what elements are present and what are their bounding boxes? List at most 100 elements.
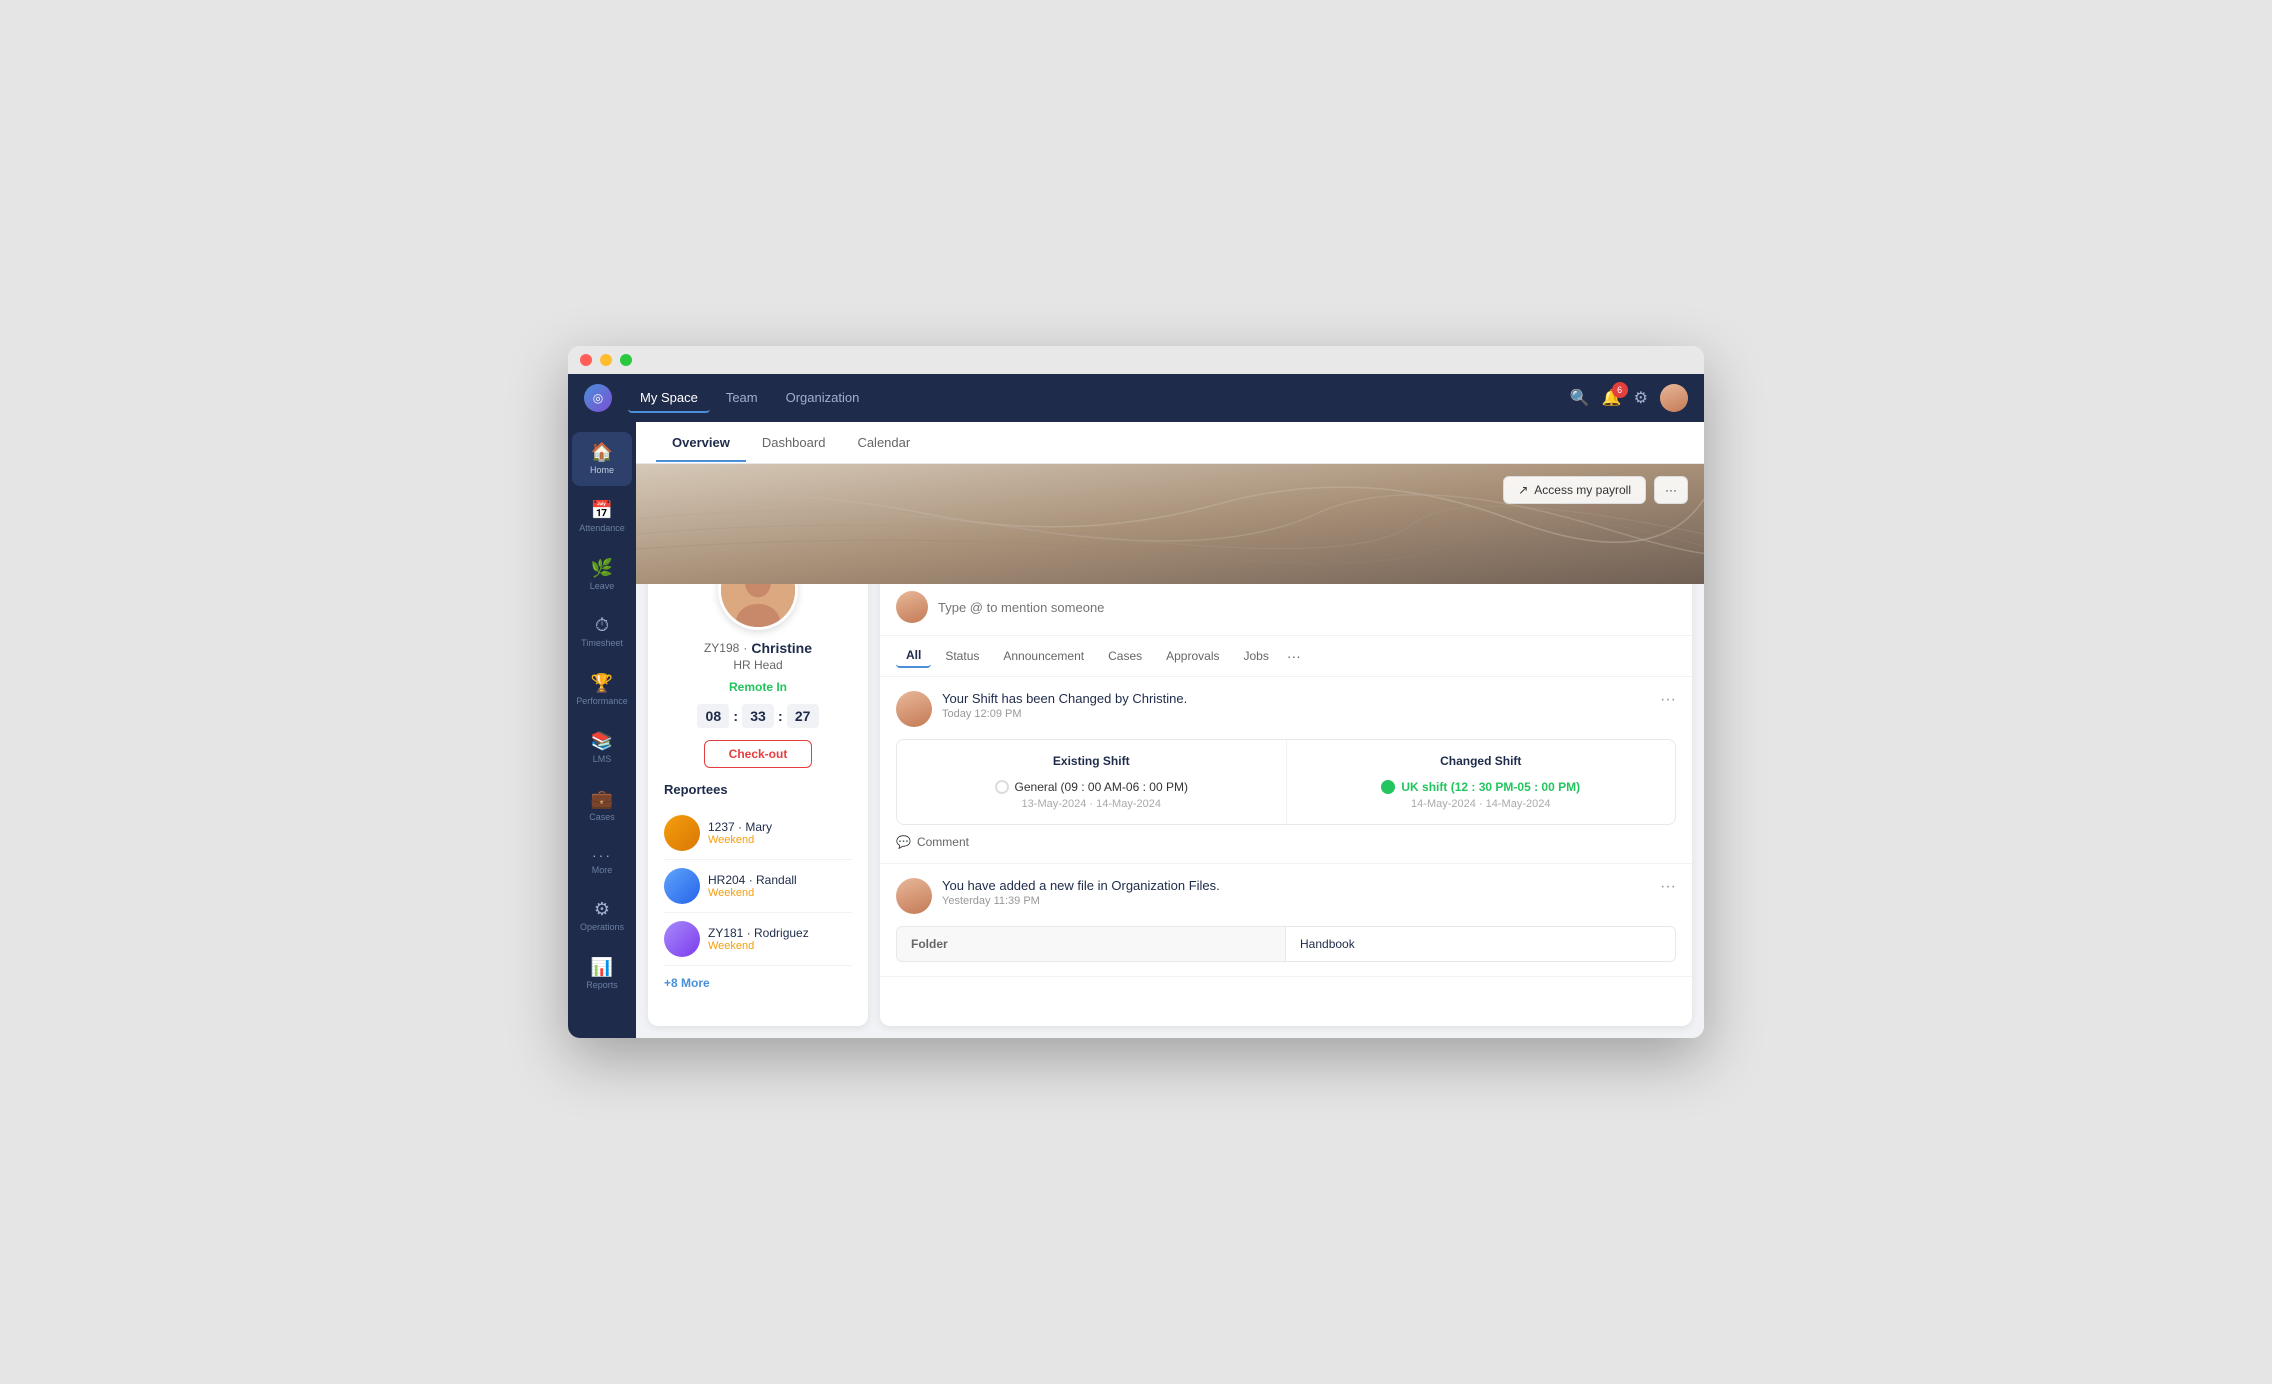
nav-right: 🔍 🔔 6 ⚙ xyxy=(1570,384,1688,412)
filter-announcement[interactable]: Announcement xyxy=(993,645,1094,667)
mention-input[interactable] xyxy=(938,600,1676,615)
sidebar-label-cases: Cases xyxy=(589,812,615,823)
sidebar-label-leave: Leave xyxy=(590,581,615,592)
shift-comparison: Existing Shift General (09 : 00 AM-06 : … xyxy=(896,739,1676,825)
notification-badge: 6 xyxy=(1612,382,1628,398)
close-button[interactable] xyxy=(580,354,592,366)
app-window: ◎ My Space Team Organization 🔍 🔔 6 ⚙ xyxy=(568,346,1704,1038)
main-content: 🏠 Home 📅 Attendance 🌿 Leave ⏱ Timesheet … xyxy=(568,422,1704,1038)
timer-minutes: 33 xyxy=(742,704,774,728)
banner-more-button[interactable]: ··· xyxy=(1654,476,1688,504)
existing-shift-header: Existing Shift xyxy=(911,754,1272,768)
sidebar-item-operations[interactable]: ⚙ Operations xyxy=(572,889,632,943)
existing-shift-date: 13-May-2024 · 14-May-2024 xyxy=(911,798,1272,810)
sidebar-item-cases[interactable]: 💼 Cases xyxy=(572,779,632,833)
comment-button-1[interactable]: 💬 Comment xyxy=(896,835,1676,849)
payroll-button[interactable]: ↗ Access my payroll xyxy=(1503,476,1646,504)
sidebar-item-more[interactable]: ··· More xyxy=(572,837,632,886)
timer-sep-1: : xyxy=(733,708,738,724)
tab-overview[interactable]: Overview xyxy=(656,425,746,462)
search-button[interactable]: 🔍 xyxy=(1570,388,1590,408)
timesheet-icon: ⏱ xyxy=(595,615,609,636)
reportees-more-link[interactable]: +8 More xyxy=(664,976,852,990)
top-nav: ◎ My Space Team Organization 🔍 🔔 6 ⚙ xyxy=(568,374,1704,422)
changed-shift-name: UK shift (12 : 30 PM-05 : 00 PM) xyxy=(1401,780,1580,794)
feed-item-shift-change: Your Shift has been Changed by Christine… xyxy=(880,677,1692,864)
reportee-name-rodriguez: ZY181 · Rodriguez xyxy=(708,926,809,940)
timer-seconds: 27 xyxy=(787,704,819,728)
reportee-item-2: HR204 · Randall Weekend xyxy=(664,860,852,913)
profile-section: ZY198 · Christine HR Head Remote In 08 :… xyxy=(636,584,1704,1038)
reportee-item-3: ZY181 · Rodriguez Weekend xyxy=(664,913,852,966)
leave-icon: 🌿 xyxy=(591,558,613,579)
reportee-status-randall: Weekend xyxy=(708,887,797,899)
user-avatar[interactable] xyxy=(1660,384,1688,412)
sub-tabs: Overview Dashboard Calendar xyxy=(636,422,1704,464)
profile-id: ZY198 xyxy=(704,641,739,655)
app-logo: ◎ xyxy=(584,384,612,412)
search-icon: 🔍 xyxy=(1570,390,1590,407)
feed-item-menu-2[interactable]: ··· xyxy=(1660,878,1676,896)
sidebar-item-performance[interactable]: 🏆 Performance xyxy=(572,663,632,717)
filter-all[interactable]: All xyxy=(896,644,931,668)
sidebar-item-home[interactable]: 🏠 Home xyxy=(572,432,632,486)
reportee-avatar-mary xyxy=(664,815,700,851)
sidebar-label-timesheet: Timesheet xyxy=(581,638,623,649)
reportee-item: 1237 · Mary Weekend xyxy=(664,807,852,860)
feed-item-file-add: You have added a new file in Organizatio… xyxy=(880,864,1692,977)
profile-avatar xyxy=(718,584,798,630)
work-timer: 08 : 33 : 27 xyxy=(697,704,818,728)
nav-myspace[interactable]: My Space xyxy=(628,384,710,413)
feed-avatar-1 xyxy=(896,691,932,727)
avatar-image xyxy=(721,584,795,627)
nav-items: My Space Team Organization xyxy=(628,384,1570,413)
feed-card: Activities Feeds Profile Approvals Leave… xyxy=(880,584,1692,1026)
existing-shift-radio: General (09 : 00 AM-06 : 00 PM) xyxy=(911,780,1272,794)
performance-icon: 🏆 xyxy=(591,673,613,694)
sidebar-item-leave[interactable]: 🌿 Leave xyxy=(572,548,632,602)
sidebar-label-performance: Performance xyxy=(576,696,628,707)
settings-button[interactable]: ⚙ xyxy=(1634,388,1648,408)
tab-dashboard[interactable]: Dashboard xyxy=(746,425,842,462)
profile-banner: ↗ Access my payroll ··· xyxy=(636,464,1704,584)
feed-item-menu-1[interactable]: ··· xyxy=(1660,691,1676,709)
reportee-avatar-randall xyxy=(664,868,700,904)
changed-shift-col: Changed Shift UK shift (12 : 30 PM-05 : … xyxy=(1287,740,1676,824)
file-add-time: Yesterday 11:39 PM xyxy=(942,895,1650,907)
tab-calendar[interactable]: Calendar xyxy=(841,425,926,462)
reportee-info-randall: HR204 · Randall Weekend xyxy=(708,873,797,899)
reportee-status-mary: Weekend xyxy=(708,834,772,846)
changed-shift-date: 14-May-2024 · 14-May-2024 xyxy=(1301,798,1662,810)
reportee-info-mary: 1237 · Mary Weekend xyxy=(708,820,772,846)
folder-label: Folder xyxy=(897,927,1286,961)
minimize-button[interactable] xyxy=(600,354,612,366)
checkout-button[interactable]: Check-out xyxy=(704,740,813,768)
notifications-button[interactable]: 🔔 6 xyxy=(1602,388,1622,408)
reportee-avatar-rodriguez xyxy=(664,921,700,957)
shift-change-time: Today 12:09 PM xyxy=(942,708,1650,720)
sidebar-item-attendance[interactable]: 📅 Attendance xyxy=(572,490,632,544)
nav-team[interactable]: Team xyxy=(714,384,770,413)
filter-jobs[interactable]: Jobs xyxy=(1234,645,1279,667)
reports-icon: 📊 xyxy=(591,957,613,978)
filter-status[interactable]: Status xyxy=(935,645,989,667)
sidebar-item-timesheet[interactable]: ⏱ Timesheet xyxy=(572,605,632,659)
sidebar-item-lms[interactable]: 📚 LMS xyxy=(572,721,632,775)
filter-cases[interactable]: Cases xyxy=(1098,645,1152,667)
folder-info: Folder Handbook xyxy=(896,926,1676,962)
cases-icon: 💼 xyxy=(591,789,613,810)
attendance-icon: 📅 xyxy=(591,500,613,521)
changed-shift-header: Changed Shift xyxy=(1301,754,1662,768)
maximize-button[interactable] xyxy=(620,354,632,366)
status-badge: Remote In xyxy=(729,680,787,694)
app-container: ◎ My Space Team Organization 🔍 🔔 6 ⚙ xyxy=(568,374,1704,1038)
nav-organization[interactable]: Organization xyxy=(774,384,872,413)
filter-approvals[interactable]: Approvals xyxy=(1156,645,1229,667)
lms-icon: 📚 xyxy=(591,731,613,752)
filter-more[interactable]: ··· xyxy=(1287,648,1301,664)
radio-filled xyxy=(1381,780,1395,794)
reportees-title: Reportees xyxy=(664,782,852,797)
content-area: Overview Dashboard Calendar xyxy=(636,422,1704,1038)
file-add-title: You have added a new file in Organizatio… xyxy=(942,878,1650,893)
sidebar-item-reports[interactable]: 📊 Reports xyxy=(572,947,632,1001)
